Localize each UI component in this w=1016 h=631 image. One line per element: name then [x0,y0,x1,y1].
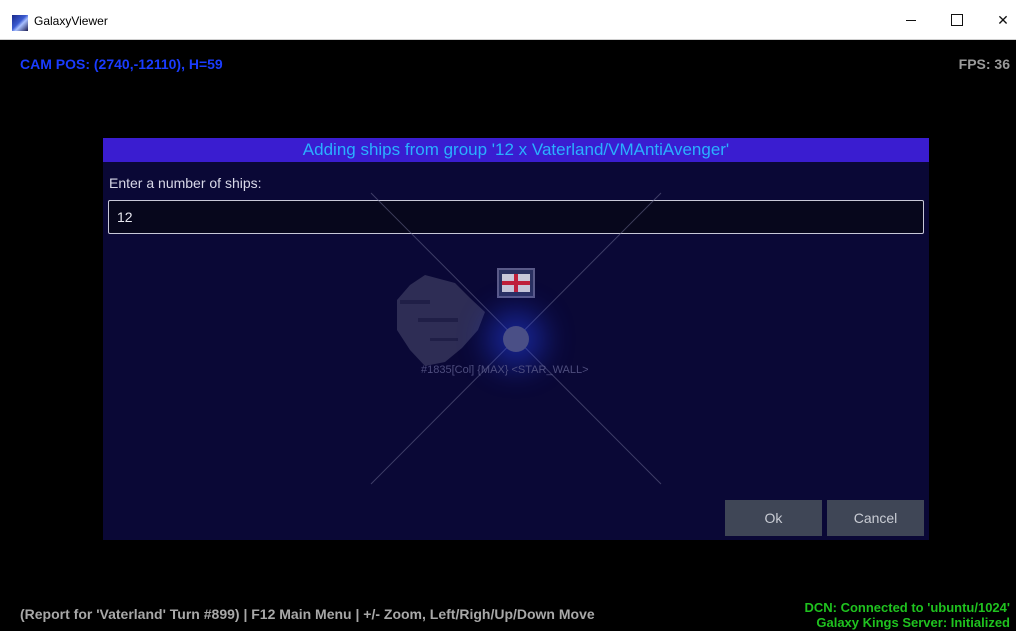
dialog-title: Adding ships from group '12 x Vaterland/… [103,138,929,162]
galaxy-app-icon [12,15,28,31]
ok-button[interactable]: Ok [725,500,822,536]
fps-counter: FPS: 36 [958,56,1010,72]
cancel-button[interactable]: Cancel [827,500,924,536]
ship-label: #1835[Col] {MAX} <STAR_WALL> [421,364,589,376]
minimize-icon [906,19,916,21]
flag-emblem [502,274,530,292]
cam-pos-readout: CAM POS: (2740,-12110), H=59 [20,56,223,72]
close-icon: ✕ [997,11,1009,28]
status-connection: DCN: Connected to 'ubuntu/1024' Galaxy K… [804,600,1010,630]
minimize-button[interactable] [888,0,934,40]
maximize-icon [951,14,963,26]
ship-count-input[interactable] [108,200,924,234]
star-icon[interactable] [503,326,529,352]
status-connection-line: DCN: Connected to 'ubuntu/1024' [804,600,1010,615]
flag-icon[interactable] [497,268,535,298]
status-help-text: (Report for 'Vaterland' Turn #899) | F12… [20,606,595,622]
maximize-button[interactable] [934,0,980,40]
window-title: GalaxyViewer [34,14,108,28]
dialog-prompt: Enter a number of ships: [109,175,262,191]
close-button[interactable]: ✕ [980,0,1016,40]
window-titlebar: GalaxyViewer ✕ [0,0,1016,40]
status-server-line: Galaxy Kings Server: Initialized [816,615,1010,630]
